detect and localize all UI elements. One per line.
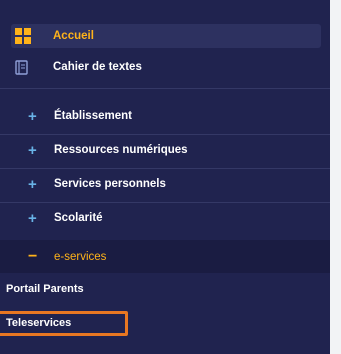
- sidebar-item-services-personnels[interactable]: + Services personnels: [0, 167, 330, 201]
- sidebar-item-label: Ressources numériques: [54, 144, 188, 156]
- sidebar-item-scolarite[interactable]: + Scolarité: [0, 201, 330, 235]
- sidebar-subitem-label: Portail Parents: [6, 283, 84, 295]
- sidebar-item-cahier-de-textes[interactable]: Cahier de textes: [11, 56, 341, 78]
- sidebar-item-ressources-numeriques[interactable]: + Ressources numériques: [0, 133, 330, 167]
- divider: [0, 88, 330, 89]
- sidebar-subitem-portail-parents[interactable]: Portail Parents: [0, 274, 330, 304]
- sidebar-subitem-label: Teleservices: [6, 317, 72, 329]
- book-icon: [15, 59, 28, 75]
- sidebar-item-label: Établissement: [54, 110, 132, 122]
- sidebar-item-label: Services personnels: [54, 178, 166, 190]
- sidebar-subitem-teleservices[interactable]: Teleservices: [0, 308, 330, 338]
- sidebar-item-etablissement[interactable]: + Établissement: [0, 99, 330, 133]
- plus-icon: +: [28, 141, 37, 159]
- sidebar-item-accueil[interactable]: Accueil: [11, 24, 321, 48]
- plus-icon: +: [28, 209, 37, 227]
- sidebar-item-label: Accueil: [53, 30, 94, 42]
- plus-icon: +: [28, 175, 37, 193]
- sidebar-item-e-services[interactable]: − e-services: [0, 240, 330, 273]
- sidebar-item-label: e-services: [54, 250, 107, 263]
- sidebar: Accueil Cahier de textes + Établissement…: [0, 0, 330, 354]
- sidebar-item-label: Scolarité: [54, 212, 103, 224]
- minus-icon: −: [28, 247, 38, 265]
- grid-icon: [15, 28, 31, 44]
- sidebar-item-label: Cahier de textes: [53, 61, 142, 73]
- plus-icon: +: [28, 107, 37, 125]
